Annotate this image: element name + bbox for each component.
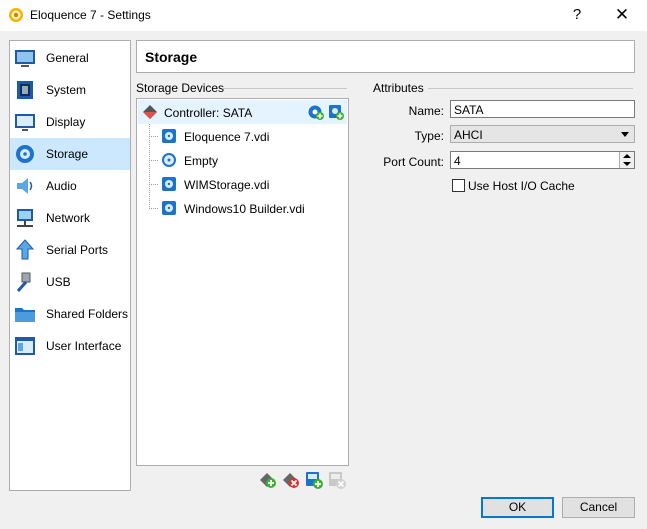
add-optical-drive-icon[interactable]: [308, 104, 324, 120]
attributes-label: Attributes: [373, 81, 424, 95]
port-count-value: 4: [454, 154, 461, 168]
sidebar-item-network[interactable]: Network: [10, 202, 130, 234]
add-controller-icon[interactable]: [259, 471, 277, 489]
tree-line: [149, 208, 158, 209]
sidebar-item-label: General: [46, 51, 89, 65]
serial-ports-icon: [15, 239, 35, 260]
tree-item[interactable]: WIMStorage.vdi: [184, 178, 269, 192]
usb-icon: [16, 272, 31, 292]
group-divider: [428, 88, 633, 89]
spin-up-icon[interactable]: [623, 154, 631, 158]
tree-line: [149, 160, 158, 161]
sidebar-item-general[interactable]: General: [10, 42, 130, 74]
tree-item[interactable]: Empty: [184, 154, 218, 168]
cancel-button[interactable]: Cancel: [562, 497, 635, 518]
sidebar-item-label: Display: [46, 115, 86, 129]
sidebar-item-label: USB: [46, 275, 71, 289]
type-label: Type:: [414, 129, 444, 143]
hard-disk-icon: [162, 201, 176, 215]
sidebar-item-label: User Interface: [46, 339, 122, 353]
sidebar-item-label: Network: [46, 211, 91, 225]
sidebar-item-shared-folders[interactable]: Shared Folders: [10, 298, 130, 330]
sidebar-item-system[interactable]: System: [10, 74, 130, 106]
add-attachment-icon[interactable]: [305, 471, 323, 489]
general-icon: [15, 50, 35, 67]
virtualbox-icon: [9, 8, 23, 22]
hard-disk-icon: [162, 129, 176, 143]
page-header: Storage: [136, 40, 635, 73]
sidebar-item-label: Serial Ports: [46, 243, 109, 257]
shared-folders-icon: [15, 308, 35, 322]
storage-tree[interactable]: Controller: SATA Eloquence 7.vdi Empty W…: [136, 98, 349, 466]
remove-controller-icon[interactable]: [282, 471, 300, 489]
group-divider: [222, 88, 347, 89]
host-io-cache-checkbox[interactable]: [452, 179, 465, 192]
title-bar: Eloquence 7 - Settings ? ✕: [0, 0, 647, 31]
name-field[interactable]: SATA: [450, 100, 635, 118]
name-label: Name:: [408, 104, 444, 118]
remove-attachment-icon[interactable]: [328, 471, 346, 489]
sidebar-item-storage[interactable]: Storage: [10, 138, 130, 170]
storage-devices-label: Storage Devices: [136, 81, 225, 95]
host-io-cache-label[interactable]: Use Host I/O Cache: [468, 179, 575, 193]
close-button[interactable]: ✕: [605, 2, 639, 28]
tree-item[interactable]: Windows10 Builder.vdi: [184, 202, 305, 216]
port-count-spinbox[interactable]: 4: [450, 151, 635, 169]
sidebar-item-label: Audio: [46, 179, 77, 193]
controller-label[interactable]: Controller: SATA: [164, 106, 252, 120]
page-title: Storage: [145, 49, 198, 65]
network-icon: [17, 209, 33, 227]
sidebar-item-serial-ports[interactable]: Serial Ports: [10, 234, 130, 266]
chevron-down-icon: [621, 132, 629, 137]
spin-buttons[interactable]: [619, 152, 634, 168]
ok-button[interactable]: OK: [481, 497, 554, 518]
controller-icon: [143, 105, 157, 119]
type-dropdown[interactable]: AHCI: [450, 125, 635, 143]
display-icon: [15, 114, 35, 131]
tree-line: [149, 136, 158, 137]
audio-icon: [17, 178, 33, 194]
sidebar-item-user-interface[interactable]: User Interface: [10, 330, 130, 362]
sidebar-item-label: Shared Folders: [46, 307, 129, 321]
sidebar-item-display[interactable]: Display: [10, 106, 130, 138]
storage-icon: [16, 145, 34, 163]
sidebar-item-audio[interactable]: Audio: [10, 170, 130, 202]
tree-line: [149, 184, 158, 185]
type-value: AHCI: [454, 128, 483, 142]
user-interface-icon: [15, 337, 35, 355]
sidebar-item-label: Storage: [46, 147, 89, 161]
system-icon: [17, 81, 33, 99]
port-count-label: Port Count:: [383, 155, 444, 169]
sidebar-item-label: System: [46, 83, 87, 97]
spin-down-icon[interactable]: [623, 162, 631, 166]
help-button[interactable]: ?: [563, 2, 591, 28]
tree-item[interactable]: Eloquence 7.vdi: [184, 130, 269, 144]
window-title: Eloquence 7 - Settings: [30, 8, 151, 22]
optical-disc-icon: [162, 153, 176, 167]
add-hard-disk-icon[interactable]: [328, 104, 344, 120]
sidebar-item-usb[interactable]: USB: [10, 266, 130, 298]
hard-disk-icon: [162, 177, 176, 191]
settings-sidebar: General System Display Storage Audio Net…: [9, 40, 131, 491]
